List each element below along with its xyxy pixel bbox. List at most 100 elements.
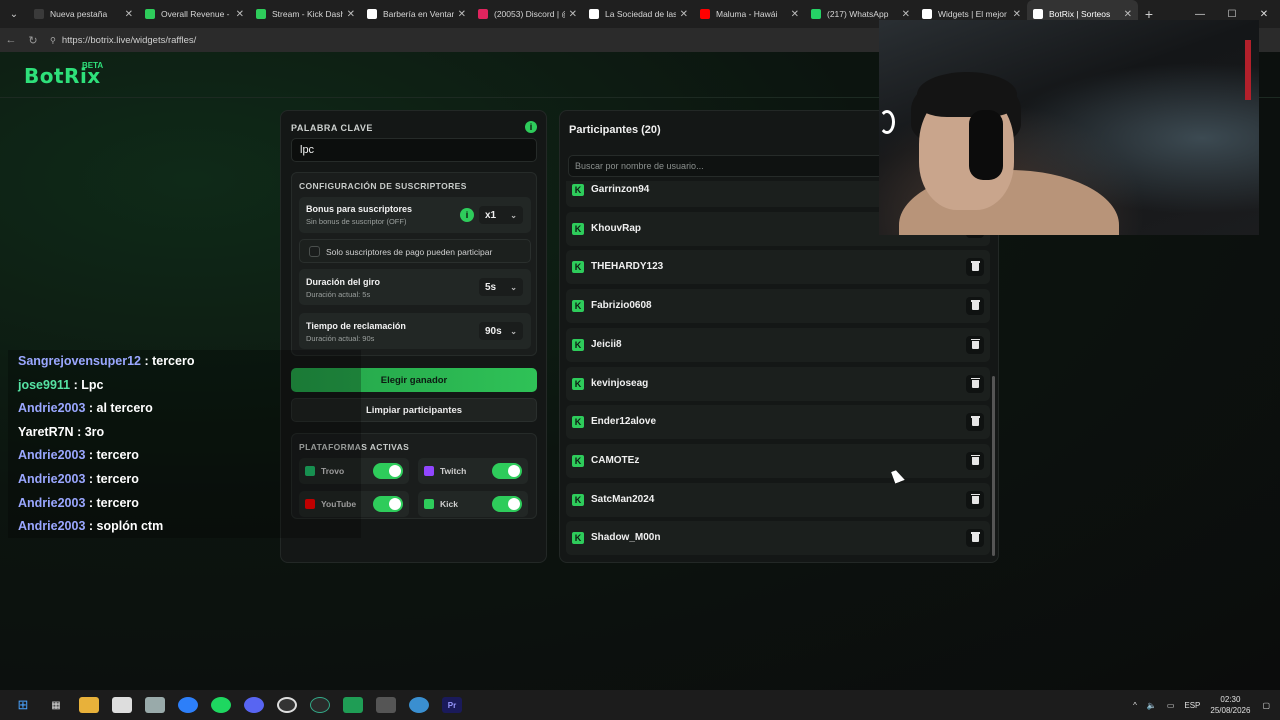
platform-toggle[interactable] xyxy=(373,463,403,479)
premiere-icon[interactable]: Pr xyxy=(442,697,462,713)
kick-icon xyxy=(424,499,434,509)
app-tool-icon[interactable] xyxy=(376,697,396,713)
start-icon[interactable]: ⊞ xyxy=(13,697,33,713)
chat-username: YaretR7N xyxy=(18,424,74,439)
obs-icon[interactable] xyxy=(277,697,297,713)
task-view-icon[interactable]: ▦ xyxy=(46,697,66,713)
kick-icon: K xyxy=(572,184,584,196)
tray-chevron-icon[interactable]: ^ xyxy=(1133,701,1137,710)
browser-tab[interactable]: Maluma - Hawái ✕ xyxy=(694,0,805,28)
app-blue-icon[interactable] xyxy=(178,697,198,713)
tab-search-icon[interactable]: ⌄ xyxy=(0,0,28,28)
discord-icon[interactable] xyxy=(244,697,264,713)
webcam-person-hair-top xyxy=(917,72,1017,117)
bonus-multiplier-select[interactable]: x1 ⌄ xyxy=(479,206,523,224)
tab-close-icon[interactable]: ✕ xyxy=(1013,9,1021,20)
app-icon[interactable] xyxy=(145,697,165,713)
store-icon[interactable] xyxy=(112,697,132,713)
bonus-multiplier-value: x1 xyxy=(485,209,497,221)
keyword-input[interactable]: lpc xyxy=(291,138,537,162)
chat-text: : soplón ctm xyxy=(85,519,164,534)
volume-icon[interactable]: 🔈 xyxy=(1147,701,1157,710)
tab-close-icon[interactable]: ✕ xyxy=(569,9,577,20)
platform-toggle[interactable] xyxy=(373,496,403,512)
chat-message: Andrie2003 : tercero xyxy=(18,448,139,462)
kick-icon: K xyxy=(572,454,584,467)
app-green-icon[interactable] xyxy=(310,697,330,713)
network-icon[interactable]: ▭ xyxy=(1167,701,1175,710)
delete-participant-button[interactable] xyxy=(966,258,984,277)
url-field[interactable]: ⚲ https://botrix.live/widgets/raffles/ xyxy=(50,35,196,46)
site-info-icon[interactable]: ⚲ xyxy=(50,36,56,45)
back-icon[interactable]: ← xyxy=(0,34,22,46)
tab-close-icon[interactable]: ✕ xyxy=(236,9,244,20)
platform-toggle[interactable] xyxy=(492,463,522,479)
reload-icon[interactable]: ↻ xyxy=(22,34,44,47)
tab-close-icon[interactable]: ✕ xyxy=(1124,9,1132,20)
participant-row: K Fabrizio0608 xyxy=(566,289,990,324)
delete-participant-button[interactable] xyxy=(966,374,984,393)
platform-name: Kick xyxy=(440,499,458,509)
delete-participant-button[interactable] xyxy=(966,451,984,470)
participant-username: Garrinzon94 xyxy=(591,184,650,195)
kick-icon: K xyxy=(572,300,584,313)
maximize-icon[interactable]: ☐ xyxy=(1216,9,1248,20)
browser-tab[interactable]: Overall Revenue - Kick ✕ xyxy=(139,0,250,28)
delete-participant-button[interactable] xyxy=(966,413,984,432)
browser-tab[interactable]: La Sociedad de las H ✕ xyxy=(583,0,694,28)
chat-text: : tercero xyxy=(85,495,139,510)
trash-icon xyxy=(970,261,980,272)
participant-row: Kkevinjoseag xyxy=(566,366,990,401)
delete-participant-button[interactable] xyxy=(966,490,984,509)
clock[interactable]: 02:30 25/08/2026 xyxy=(1210,694,1250,716)
delete-participant-button[interactable] xyxy=(966,335,984,354)
minimize-icon[interactable]: — xyxy=(1184,9,1216,20)
excel-icon[interactable] xyxy=(343,697,363,713)
chat-text: : tercero xyxy=(140,354,195,368)
participant-row: K THEHARDY123 xyxy=(566,250,990,285)
spotify-icon[interactable] xyxy=(211,697,231,713)
subscriber-config: CONFIGURACIÓN DE SUSCRIPTORES Bonus para… xyxy=(291,172,537,356)
tab-close-icon[interactable]: ✕ xyxy=(347,9,355,20)
paid-only-row[interactable]: Solo suscriptores de pago pueden partici… xyxy=(299,239,531,263)
chat-username: Andrie2003 xyxy=(18,472,86,486)
keyword-info-icon[interactable]: i xyxy=(525,121,537,133)
chat-username: Sangrejovensuper12 xyxy=(18,354,141,368)
tab-title: (217) WhatsApp xyxy=(827,9,889,19)
close-window-icon[interactable]: ✕ xyxy=(1248,9,1280,20)
kick-icon: K xyxy=(572,261,584,274)
file-explorer-icon[interactable] xyxy=(79,697,99,713)
participant-row: K Ender12alove xyxy=(566,405,990,440)
notifications-icon[interactable]: ▢ xyxy=(1262,701,1270,710)
paid-only-checkbox[interactable] xyxy=(309,246,320,257)
delete-participant-button[interactable] xyxy=(966,297,984,316)
participants-title: Participantes (20) xyxy=(569,124,661,136)
chat-text: : Lpc xyxy=(70,377,104,392)
tab-close-icon[interactable]: ✕ xyxy=(680,9,688,20)
browser-tab[interactable]: (20053) Discord | @ ✕ xyxy=(472,0,583,28)
chat-text: : 3ro xyxy=(73,424,105,439)
chat-message: Andrie2003 : al tercero xyxy=(18,401,153,415)
browser-tab[interactable]: Stream - Kick Dashboard ✕ xyxy=(250,0,361,28)
chevron-down-icon: ⌄ xyxy=(510,326,517,336)
spin-duration-select[interactable]: 5s ⌄ xyxy=(479,278,523,296)
browser-icon[interactable] xyxy=(409,697,429,713)
tab-close-icon[interactable]: ✕ xyxy=(458,9,466,20)
tab-close-icon[interactable]: ✕ xyxy=(791,9,799,20)
tab-title: Stream - Kick Dashboard xyxy=(272,9,343,19)
claim-time-select[interactable]: 90s ⌄ xyxy=(479,322,523,340)
chat-username: jose9911 xyxy=(18,377,71,392)
tab-favicon-icon xyxy=(1033,9,1043,19)
subscriber-config-title: CONFIGURACIÓN DE SUSCRIPTORES xyxy=(299,181,467,191)
delete-participant-button[interactable] xyxy=(966,529,984,548)
chat-username: Andrie2003 xyxy=(18,448,86,463)
browser-tab[interactable]: Barbería en Ventanilla ✕ xyxy=(361,0,472,28)
browser-tab[interactable]: Nueva pestaña ✕ xyxy=(28,0,139,28)
language-indicator[interactable]: ESP xyxy=(1184,701,1200,710)
tab-close-icon[interactable]: ✕ xyxy=(125,9,133,20)
platform-toggle[interactable] xyxy=(492,496,522,512)
spin-duration-value: 5s xyxy=(485,281,497,293)
participant-list-scrollbar[interactable] xyxy=(992,376,995,556)
bonus-info-icon[interactable]: i xyxy=(460,208,474,222)
tab-close-icon[interactable]: ✕ xyxy=(902,9,910,20)
